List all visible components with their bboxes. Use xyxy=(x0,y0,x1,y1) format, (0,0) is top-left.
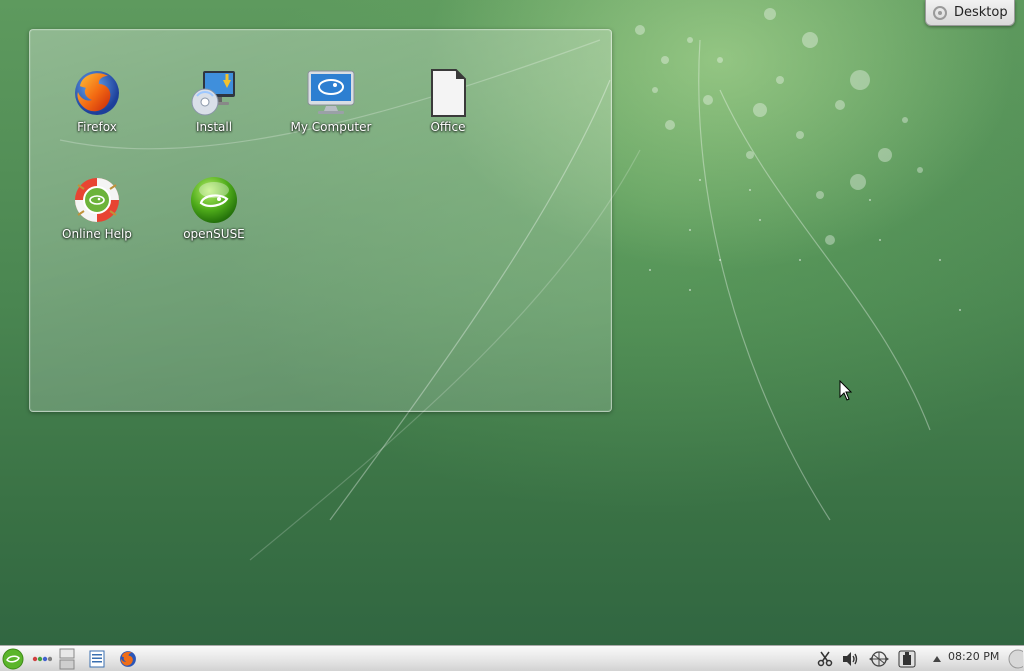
help-lifebuoy-icon xyxy=(75,178,119,222)
desktop-icon-label: My Computer xyxy=(290,120,372,134)
desktop-icon-opensuse[interactable]: openSUSE xyxy=(162,175,266,265)
desktop-background[interactable]: Firefox Install My Computer Office Onlin… xyxy=(0,0,1024,671)
desktop-icon-install[interactable]: Install xyxy=(162,68,266,158)
desktop-icon-my-computer[interactable]: My Computer xyxy=(279,68,383,158)
desktop-icon-label: openSUSE xyxy=(183,227,245,241)
desktop-icon-label: Install xyxy=(195,120,233,134)
tray-volume[interactable] xyxy=(840,647,862,670)
firefox-icon xyxy=(75,71,119,115)
install-icon xyxy=(191,71,235,116)
computer-icon xyxy=(307,70,355,114)
mouse-cursor-icon xyxy=(839,380,853,401)
desktop-icon-online-help[interactable]: Online Help xyxy=(45,175,149,265)
volume-icon xyxy=(843,651,858,666)
activities-button[interactable] xyxy=(30,647,54,670)
tray-klipper[interactable] xyxy=(815,647,835,670)
plasma-toolbox-icon xyxy=(933,5,947,20)
scissors-icon xyxy=(817,651,833,666)
desktop-toolbox[interactable]: Desktop xyxy=(925,0,1015,26)
opensuse-icon xyxy=(191,177,237,223)
application-launcher-button[interactable] xyxy=(1,647,25,670)
activities-icon xyxy=(32,656,52,661)
pager-icon xyxy=(59,648,75,669)
desktop-icon-firefox[interactable]: Firefox xyxy=(45,68,149,158)
panel-toolbox-button[interactable] xyxy=(1004,647,1024,670)
desktop-icon-label: Firefox xyxy=(77,120,117,134)
tray-expand-button[interactable] xyxy=(930,647,944,670)
network-icon xyxy=(869,650,889,667)
opensuse-kickoff-icon xyxy=(2,648,24,669)
firefox-launcher[interactable] xyxy=(117,647,139,670)
panel-toolbox-icon xyxy=(1008,649,1023,668)
device-notifier-icon xyxy=(898,650,916,667)
desktop-icon-label: Office xyxy=(430,120,466,134)
desktop-icon-office[interactable]: Office xyxy=(396,68,500,158)
taskbar-clock[interactable]: 08:20 PM xyxy=(948,650,999,663)
taskbar: 08:20 PM xyxy=(0,645,1024,671)
desktop-icon-label: Online Help xyxy=(62,227,132,241)
tray-device-notifier[interactable] xyxy=(896,647,918,670)
office-document-icon xyxy=(431,69,466,117)
folder-view-panel[interactable]: Firefox Install My Computer Office Onlin… xyxy=(29,29,612,412)
tray-network[interactable] xyxy=(867,647,891,670)
document-list-icon xyxy=(89,650,105,667)
pager-button[interactable] xyxy=(58,647,76,670)
file-manager-launcher[interactable] xyxy=(86,647,108,670)
desktop-toolbox-label: Desktop xyxy=(954,5,1008,20)
show-tray-arrow-icon xyxy=(933,655,941,662)
firefox-icon xyxy=(120,650,136,667)
